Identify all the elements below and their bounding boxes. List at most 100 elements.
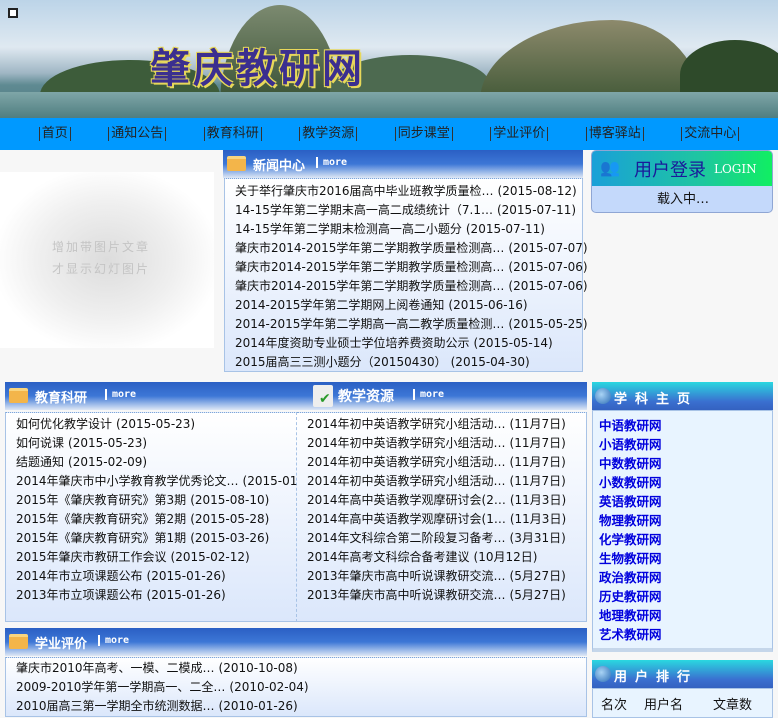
nav-item[interactable]: 首页 bbox=[38, 127, 71, 141]
nav-item[interactable]: 教育科研 bbox=[203, 127, 262, 141]
site-logo-title: 肇庆教研网 bbox=[150, 45, 365, 92]
list-item[interactable]: 2015年肇庆市教研工作会议 (2015-02-12) bbox=[16, 548, 296, 567]
item-title[interactable]: 14-15学年第二学期末高一高二成绩统计（7.1… bbox=[235, 203, 493, 217]
resources-list: 2014年初中英语教学研究小组活动… (11月7日) 2014年初中英语教学研究小组… bbox=[297, 412, 587, 622]
news-more-link[interactable]: more bbox=[316, 157, 347, 168]
nav-item[interactable]: 通知公告 bbox=[108, 127, 167, 141]
item-title[interactable]: 肇庆市2014-2015学年第二学期教学质量检测高… bbox=[235, 279, 504, 293]
item-title[interactable]: 2009-2010学年第一学期高一、二全… bbox=[16, 680, 225, 694]
item-title[interactable]: 2014年市立项课题公布 bbox=[16, 569, 143, 583]
list-item[interactable]: 2013年市立项课题公布 (2015-01-26) bbox=[16, 586, 296, 605]
list-item[interactable]: 2014年高中英语教学观摩研讨会(1… (11月3日) bbox=[307, 510, 586, 529]
item-title[interactable]: 2010届高三第一学期全市统测数据… bbox=[16, 699, 215, 713]
resources-more-link[interactable]: more bbox=[413, 389, 444, 400]
item-title[interactable]: 关于举行肇庆市2016届高中毕业班教学质量检… bbox=[235, 184, 494, 198]
nav-item[interactable]: 同步课堂 bbox=[394, 127, 453, 141]
list-item[interactable]: 关于举行肇庆市2016届高中毕业班教学质量检… (2015-08-12) bbox=[235, 182, 582, 201]
item-title[interactable]: 2014年肇庆市中小学教育教学优秀论文… bbox=[16, 474, 239, 488]
subject-link[interactable]: 历史教研网 bbox=[599, 587, 772, 606]
login-box: 👥 用户登录 LOGIN 载入中… bbox=[591, 150, 773, 213]
list-item[interactable]: 如何优化教学设计 (2015-05-23) bbox=[16, 415, 296, 434]
list-item[interactable]: 2014年市立项课题公布 (2015-01-26) bbox=[16, 567, 296, 586]
item-title[interactable]: 2014-2015学年第二学期网上阅卷通知 bbox=[235, 298, 444, 312]
item-title[interactable]: 2015年《肇庆教育研究》第2期 bbox=[16, 512, 186, 526]
list-item[interactable]: 2014年肇庆市中小学教育教学优秀论文… (2015-01-21) bbox=[16, 472, 322, 491]
list-item[interactable]: 2014年初中英语教学研究小组活动… (11月7日) bbox=[307, 453, 586, 472]
subject-link[interactable]: 中数教研网 bbox=[599, 454, 772, 473]
list-item[interactable]: 2014年高考文科综合备考建议 (10月12日) bbox=[307, 548, 586, 567]
list-item[interactable]: 2014-2015学年第二学期网上阅卷通知 (2015-06-16) bbox=[235, 296, 582, 315]
globe-icon bbox=[595, 388, 611, 404]
subject-link[interactable]: 生物教研网 bbox=[599, 549, 772, 568]
list-item[interactable]: 结题通知 (2015-02-09) bbox=[16, 453, 296, 472]
item-title[interactable]: 2013年肇庆市高中听说课教研交流… bbox=[307, 569, 506, 583]
subject-link[interactable]: 政治教研网 bbox=[599, 568, 772, 587]
news-header: 新闻中心 more bbox=[223, 150, 583, 178]
slideshow-text-1: 增加带图片文章 bbox=[52, 240, 151, 254]
list-item[interactable]: 2014年初中英语教学研究小组活动… (11月7日) bbox=[307, 472, 586, 491]
item-title[interactable]: 肇庆市2014-2015学年第二学期教学质量检测高… bbox=[235, 241, 504, 255]
subject-link[interactable]: 地理教研网 bbox=[599, 606, 772, 625]
item-title[interactable]: 肇庆市2010年高考、一模、二模成… bbox=[16, 661, 215, 675]
item-title[interactable]: 如何说课 bbox=[16, 436, 64, 450]
item-title[interactable]: 肇庆市2014-2015学年第二学期教学质量检测高… bbox=[235, 260, 504, 274]
item-date: (2015-07-06) bbox=[508, 260, 588, 274]
list-item[interactable]: 肇庆市2014-2015学年第二学期教学质量检测高… (2015-07-06) bbox=[235, 258, 588, 277]
list-item[interactable]: 14-15学年第二学期末高一高二成绩统计（7.1… (2015-07-11) bbox=[235, 201, 582, 220]
list-item[interactable]: 14-15学年第二学期末检测高一高二小题分 (2015-07-11) bbox=[235, 220, 582, 239]
list-item[interactable]: 2013年肇庆市高中听说课教研交流… (5月27日) bbox=[307, 567, 586, 586]
login-subtitle: LOGIN bbox=[714, 162, 757, 176]
evaluation-more-link[interactable]: more bbox=[98, 635, 129, 646]
nav-item[interactable]: 交流中心 bbox=[681, 127, 740, 141]
list-item[interactable]: 2014年高中英语教学观摩研讨会(2… (11月3日) bbox=[307, 491, 586, 510]
item-title[interactable]: 2014年高考文科综合备考建议 bbox=[307, 550, 470, 564]
item-title[interactable]: 2015届高三三测小题分（20150430） bbox=[235, 355, 447, 369]
item-title[interactable]: 结题通知 bbox=[16, 455, 64, 469]
folder-icon bbox=[9, 634, 28, 649]
item-title[interactable]: 2015年肇庆市教研工作会议 bbox=[16, 550, 167, 564]
research-more-link[interactable]: more bbox=[105, 389, 136, 400]
list-item[interactable]: 2015年《肇庆教育研究》第1期 (2015-03-26) bbox=[16, 529, 296, 548]
list-item[interactable]: 肇庆市2014-2015学年第二学期教学质量检测高… (2015-07-06) bbox=[235, 277, 588, 296]
list-item[interactable]: 2014年文科综合第二阶段复习备考… (3月31日) bbox=[307, 529, 586, 548]
subject-link[interactable]: 英语教研网 bbox=[599, 492, 772, 511]
list-item[interactable]: 肇庆市2010年高考、一模、二模成… (2010-10-08) bbox=[16, 659, 586, 678]
list-item[interactable]: 2015届高三三测小题分（20150430） (2015-04-30) bbox=[235, 353, 582, 372]
item-title[interactable]: 2014年度资助专业硕士学位培养费资助公示 bbox=[235, 336, 470, 350]
item-title[interactable]: 2013年市立项课题公布 bbox=[16, 588, 143, 602]
list-item[interactable]: 肇庆市2014-2015学年第二学期教学质量检测高… (2015-07-07) bbox=[235, 239, 588, 258]
subject-link[interactable]: 艺术教研网 bbox=[599, 625, 772, 644]
item-title[interactable]: 2014年高中英语教学观摩研讨会(2… bbox=[307, 493, 506, 507]
item-title[interactable]: 2013年肇庆市高中听说课教研交流… bbox=[307, 588, 506, 602]
list-item[interactable]: 2013年肇庆市高中听说课教研交流… (5月27日) bbox=[307, 586, 586, 605]
list-item[interactable]: 如何说课 (2015-05-23) bbox=[16, 434, 296, 453]
list-item[interactable]: 2014-2015学年第二学期高一高二教学质量检测… (2015-05-25) bbox=[235, 315, 588, 334]
item-title[interactable]: 2014年初中英语教学研究小组活动… bbox=[307, 455, 506, 469]
item-title[interactable]: 2014年文科综合第二阶段复习备考… bbox=[307, 531, 506, 545]
nav-item[interactable]: 教学资源 bbox=[299, 127, 358, 141]
subjects-header: 学科主页 bbox=[592, 382, 773, 410]
list-item[interactable]: 2014年初中英语教学研究小组活动… (11月7日) bbox=[307, 434, 586, 453]
subject-link[interactable]: 物理教研网 bbox=[599, 511, 772, 530]
item-title[interactable]: 如何优化教学设计 bbox=[16, 417, 112, 431]
subject-link[interactable]: 中语教研网 bbox=[599, 416, 772, 435]
item-title[interactable]: 2014-2015学年第二学期高一高二教学质量检测… bbox=[235, 317, 504, 331]
list-item[interactable]: 2015年《肇庆教育研究》第3期 (2015-08-10) bbox=[16, 491, 296, 510]
item-title[interactable]: 2014年初中英语教学研究小组活动… bbox=[307, 417, 506, 431]
item-title[interactable]: 2015年《肇庆教育研究》第1期 bbox=[16, 531, 186, 545]
item-title[interactable]: 14-15学年第二学期末检测高一高二小题分 bbox=[235, 222, 462, 236]
item-title[interactable]: 2014年初中英语教学研究小组活动… bbox=[307, 474, 506, 488]
item-title[interactable]: 2014年高中英语教学观摩研讨会(1… bbox=[307, 512, 506, 526]
item-title[interactable]: 2014年初中英语教学研究小组活动… bbox=[307, 436, 506, 450]
subject-link[interactable]: 化学教研网 bbox=[599, 530, 772, 549]
item-title[interactable]: 2015年《肇庆教育研究》第3期 bbox=[16, 493, 186, 507]
nav-item[interactable]: 博客驿站 bbox=[585, 127, 644, 141]
list-item[interactable]: 2014年度资助专业硕士学位培养费资助公示 (2015-05-14) bbox=[235, 334, 582, 353]
subject-link[interactable]: 小语教研网 bbox=[599, 435, 772, 454]
list-item[interactable]: 2014年初中英语教学研究小组活动… (11月7日) bbox=[307, 415, 586, 434]
list-item[interactable]: 2009-2010学年第一学期高一、二全… (2010-02-04) bbox=[16, 678, 586, 697]
nav-item[interactable]: 学业评价 bbox=[490, 127, 549, 141]
list-item[interactable]: 2015年《肇庆教育研究》第2期 (2015-05-28) bbox=[16, 510, 296, 529]
subject-link[interactable]: 小数教研网 bbox=[599, 473, 772, 492]
item-date: (2015-07-06) bbox=[508, 279, 588, 293]
